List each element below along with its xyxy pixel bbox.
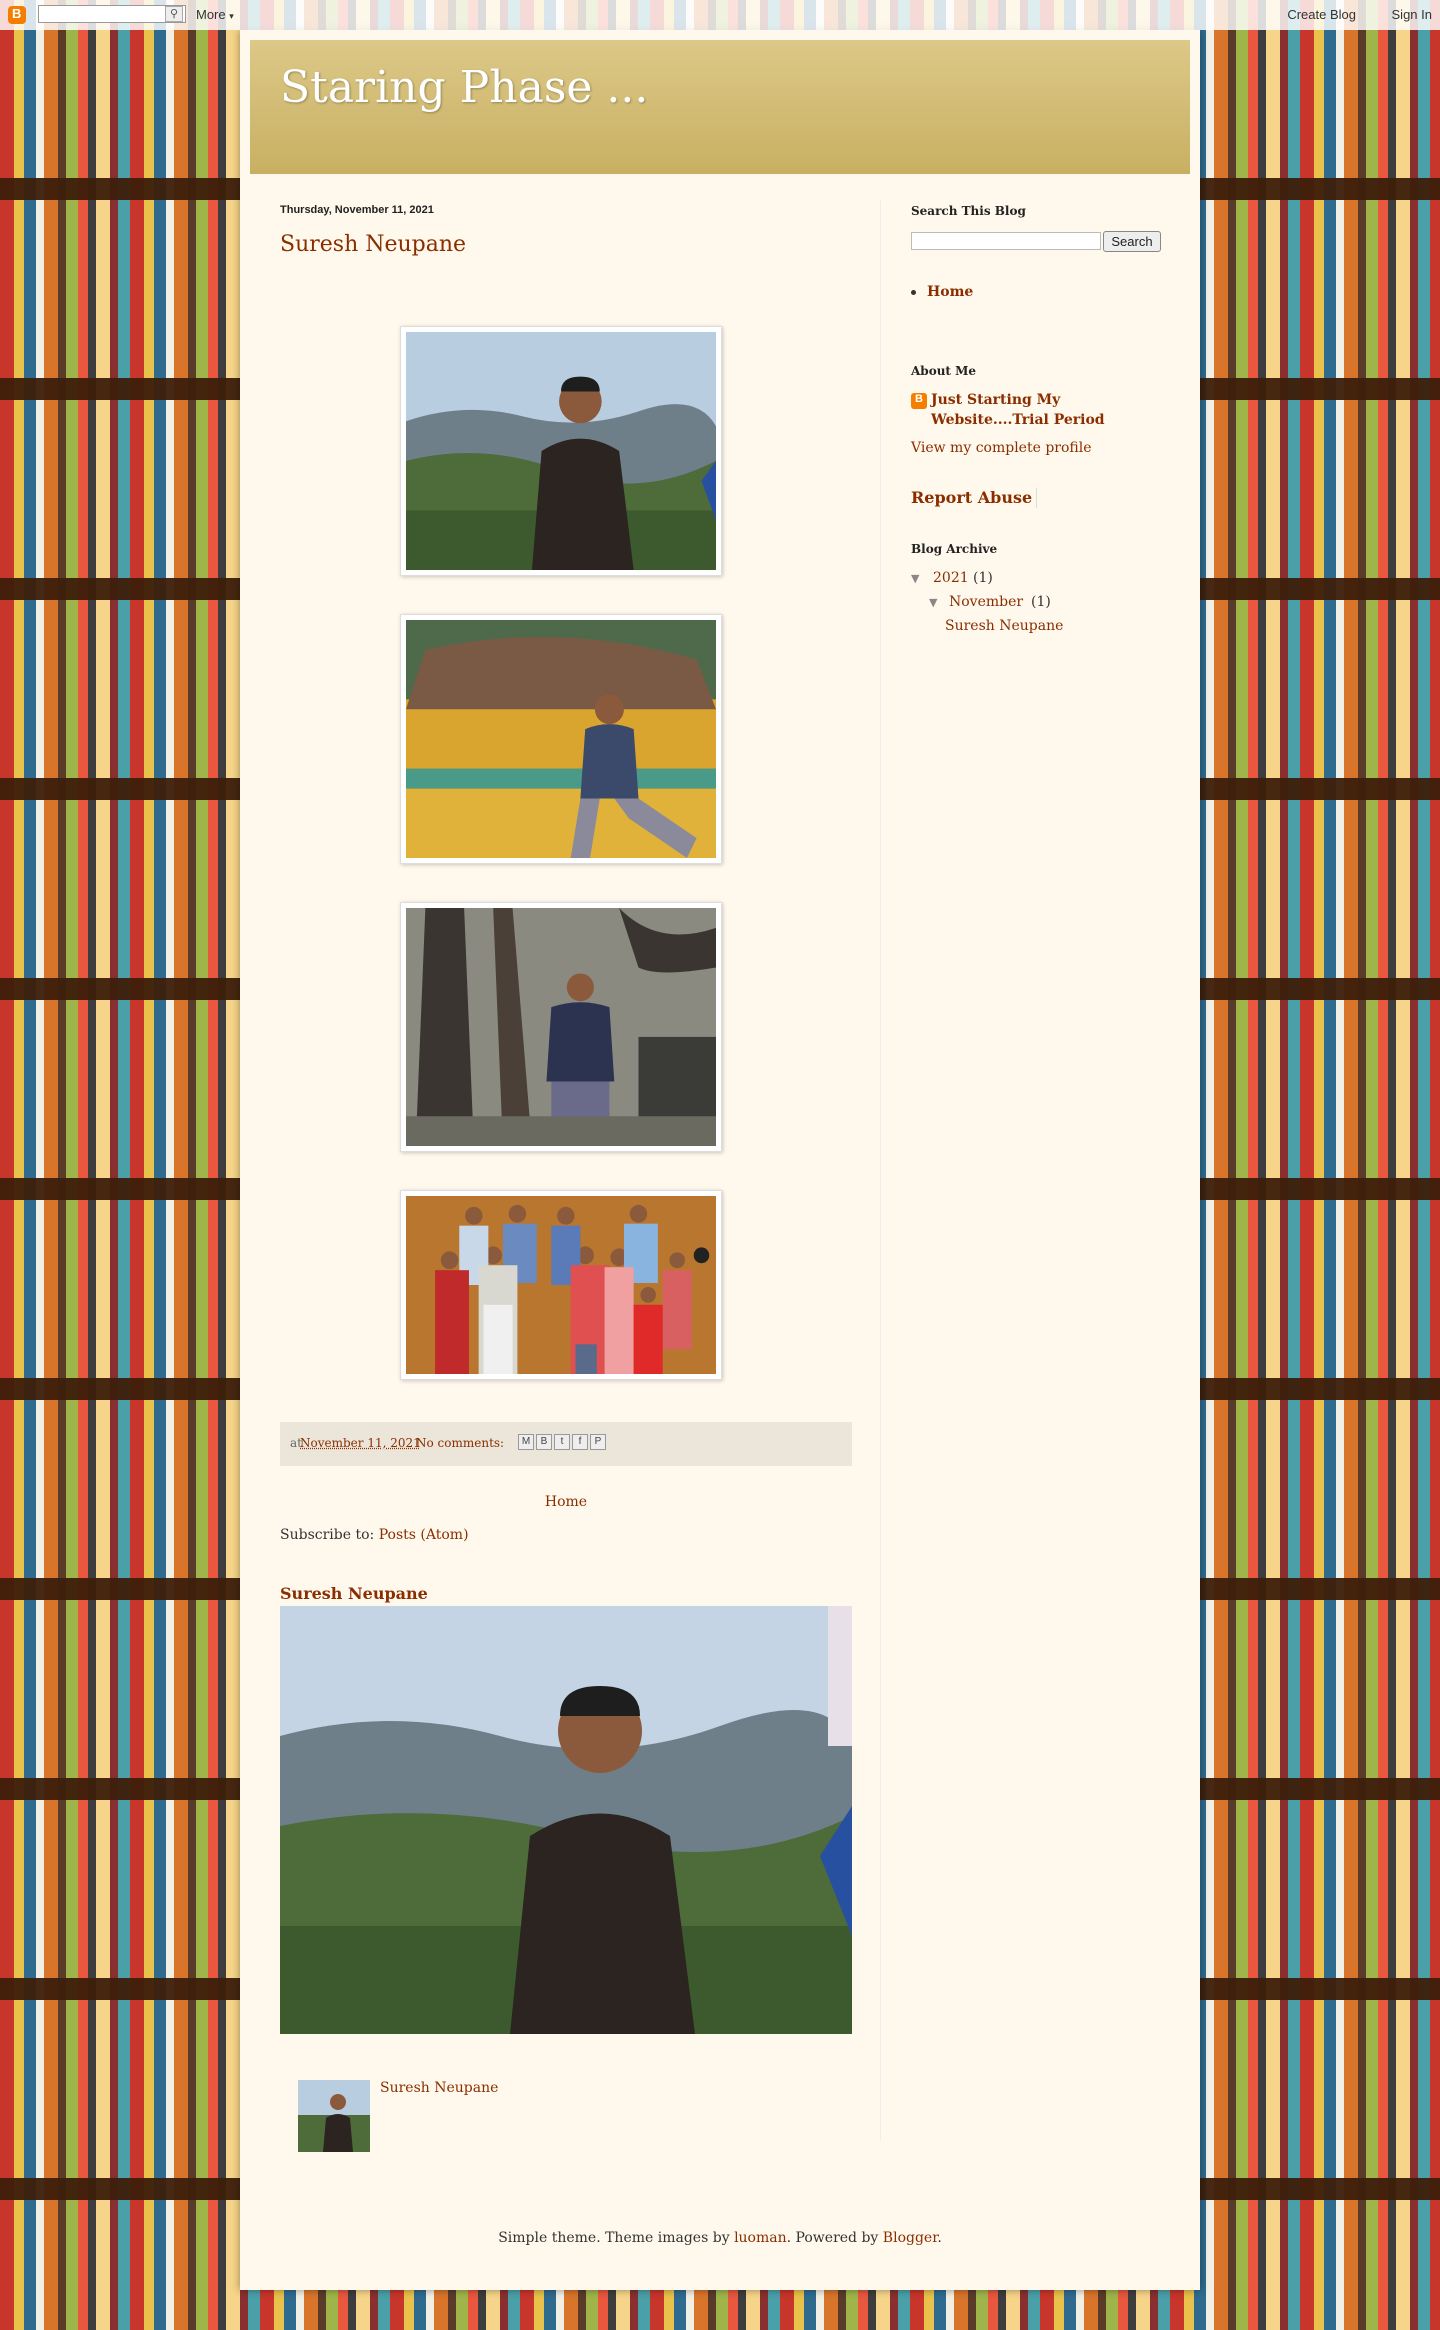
post-photo-2[interactable] — [400, 614, 722, 864]
archive-month-link[interactable]: November — [949, 594, 1023, 610]
blog-title[interactable]: Staring Phase ... — [280, 62, 648, 113]
chevron-down-icon: ▾ — [229, 11, 234, 21]
twitter-icon[interactable]: t — [554, 1434, 570, 1450]
footer-suffix: . — [937, 2230, 942, 2246]
popular-post-image[interactable] — [280, 1606, 852, 2034]
more-menu[interactable]: More ▾ — [196, 7, 234, 22]
pages-home-link[interactable]: Home — [927, 284, 973, 300]
post-title[interactable]: Suresh Neupane — [280, 232, 466, 257]
subscribe-posts-atom-link[interactable]: Posts (Atom) — [379, 1527, 469, 1543]
sidebar-search-input[interactable] — [911, 232, 1101, 250]
view-profile-link[interactable]: View my complete profile — [911, 440, 1092, 456]
more-label: More — [196, 7, 226, 22]
photo-image — [406, 332, 716, 570]
subscribe-line: Subscribe to: Posts (Atom) — [280, 1527, 469, 1543]
post-photo-1[interactable] — [400, 326, 722, 576]
post-timestamp-link[interactable]: November 11, 2021 — [300, 1436, 421, 1450]
list-bullet — [911, 290, 916, 295]
popular-post-thumbnail[interactable] — [298, 2080, 370, 2152]
search-icon[interactable]: ⚲ — [165, 6, 183, 22]
photo-image — [406, 908, 716, 1146]
archive-month-count: (1) — [1031, 594, 1051, 610]
footer-powered-text: . Powered by — [786, 2230, 879, 2246]
report-abuse-link[interactable]: Report Abuse — [911, 488, 1032, 507]
toggle-expanded-icon[interactable]: ▼ — [929, 596, 937, 609]
comments-link[interactable]: No comments: — [416, 1436, 504, 1450]
popular-post-title[interactable]: Suresh Neupane — [280, 1584, 428, 1603]
archive-post-link[interactable]: Suresh Neupane — [945, 618, 1063, 634]
sidebar-search-button[interactable]: Search — [1103, 231, 1161, 252]
pinterest-icon[interactable]: P — [590, 1434, 606, 1450]
post-date: Thursday, November 11, 2021 — [280, 204, 434, 216]
post-footer: at November 11, 2021 No comments: M B t … — [280, 1422, 852, 1466]
photo-image — [406, 1196, 716, 1374]
sidebar: Search This Blog Search Home About Me Ju… — [880, 200, 1161, 2140]
blogthis-icon[interactable]: B — [536, 1434, 552, 1450]
create-blog-link[interactable]: Create Blog — [1287, 7, 1356, 22]
email-icon[interactable]: M — [518, 1434, 534, 1450]
theme-author-link[interactable]: luoman — [734, 2230, 787, 2246]
page-footer: Simple theme. Theme images by luoman. Po… — [240, 2230, 1200, 2246]
archive-year-count: (1) — [973, 570, 993, 586]
about-me-title: About Me — [911, 364, 977, 378]
navbar-search-input[interactable] — [38, 5, 186, 23]
blog-header: Staring Phase ... — [250, 40, 1190, 174]
blogger-profile-icon — [911, 393, 927, 409]
search-widget-title: Search This Blog — [911, 204, 1026, 218]
home-link[interactable]: Home — [280, 1494, 852, 1510]
sign-in-link[interactable]: Sign In — [1392, 7, 1432, 22]
post-photo-4[interactable] — [400, 1190, 722, 1380]
archive-year-link[interactable]: 2021 — [933, 570, 969, 586]
divider — [1036, 488, 1037, 508]
toggle-expanded-icon[interactable]: ▼ — [911, 572, 919, 585]
blogger-link[interactable]: Blogger — [883, 2230, 938, 2246]
blogger-logo-icon[interactable] — [8, 6, 26, 24]
footer-text: Simple theme. Theme images by — [498, 2230, 730, 2246]
photo-image — [406, 620, 716, 858]
post-photo-3[interactable] — [400, 902, 722, 1152]
facebook-icon[interactable]: f — [572, 1434, 588, 1450]
popular-post-link[interactable]: Suresh Neupane — [380, 2080, 498, 2096]
content-outer: Staring Phase ... Thursday, November 11,… — [240, 30, 1200, 2290]
blogger-navbar: ⚲ More ▾ Create Blog Sign In — [0, 0, 1440, 30]
subscribe-prefix: Subscribe to: — [280, 1527, 375, 1543]
profile-name-link[interactable]: Just Starting My Website....Trial Period — [931, 390, 1161, 430]
blog-archive-title: Blog Archive — [911, 542, 998, 556]
